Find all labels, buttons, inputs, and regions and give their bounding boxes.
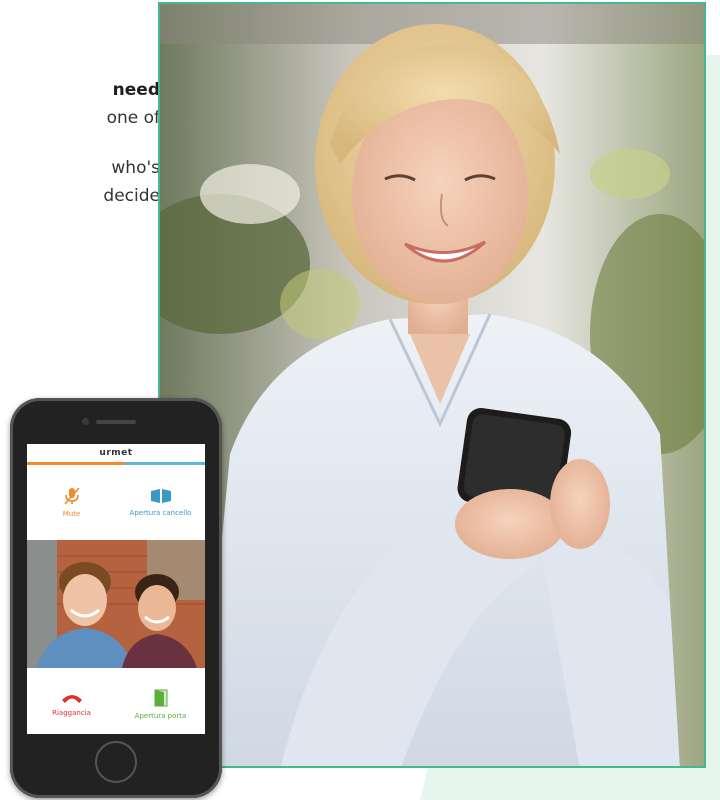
woman-with-smartphone-photo: [158, 2, 706, 768]
intro-line-3: who's: [111, 158, 160, 178]
video-feed: [27, 540, 205, 668]
open-gate-button[interactable]: Apertura cancello: [116, 472, 205, 532]
intro-line-4: decide: [103, 186, 160, 206]
open-door-button[interactable]: Apertura porta: [116, 674, 205, 734]
app-accent-bar: [27, 462, 205, 465]
visitors-image: [27, 540, 205, 668]
phone-hangup-icon: [61, 694, 82, 703]
photo-illustration: [160, 4, 704, 766]
hang-up-button[interactable]: Riaggancia: [27, 674, 116, 734]
gate-label: Apertura cancello: [129, 508, 192, 517]
home-button[interactable]: [95, 741, 137, 783]
app-screen: urmet Mute Apertura cancello Riaggancia …: [27, 444, 205, 734]
door-icon: [154, 689, 167, 706]
door-label: Apertura porta: [134, 711, 187, 720]
smartphone: urmet Mute Apertura cancello Riaggancia …: [10, 398, 222, 798]
intro-line-2: one of: [106, 108, 160, 128]
camera-icon: [82, 418, 89, 425]
mute-label: Mute: [62, 509, 81, 518]
intro-text: need one of who's decide: [0, 0, 160, 260]
hang-up-label: Riaggancia: [52, 708, 91, 717]
brand-logo: urmet: [99, 448, 133, 458]
speaker-grille: [96, 420, 136, 424]
microphone-slash-icon: [63, 486, 80, 505]
intro-line-1: need: [112, 80, 160, 100]
gate-icon: [150, 488, 171, 503]
mute-button[interactable]: Mute: [27, 472, 116, 532]
